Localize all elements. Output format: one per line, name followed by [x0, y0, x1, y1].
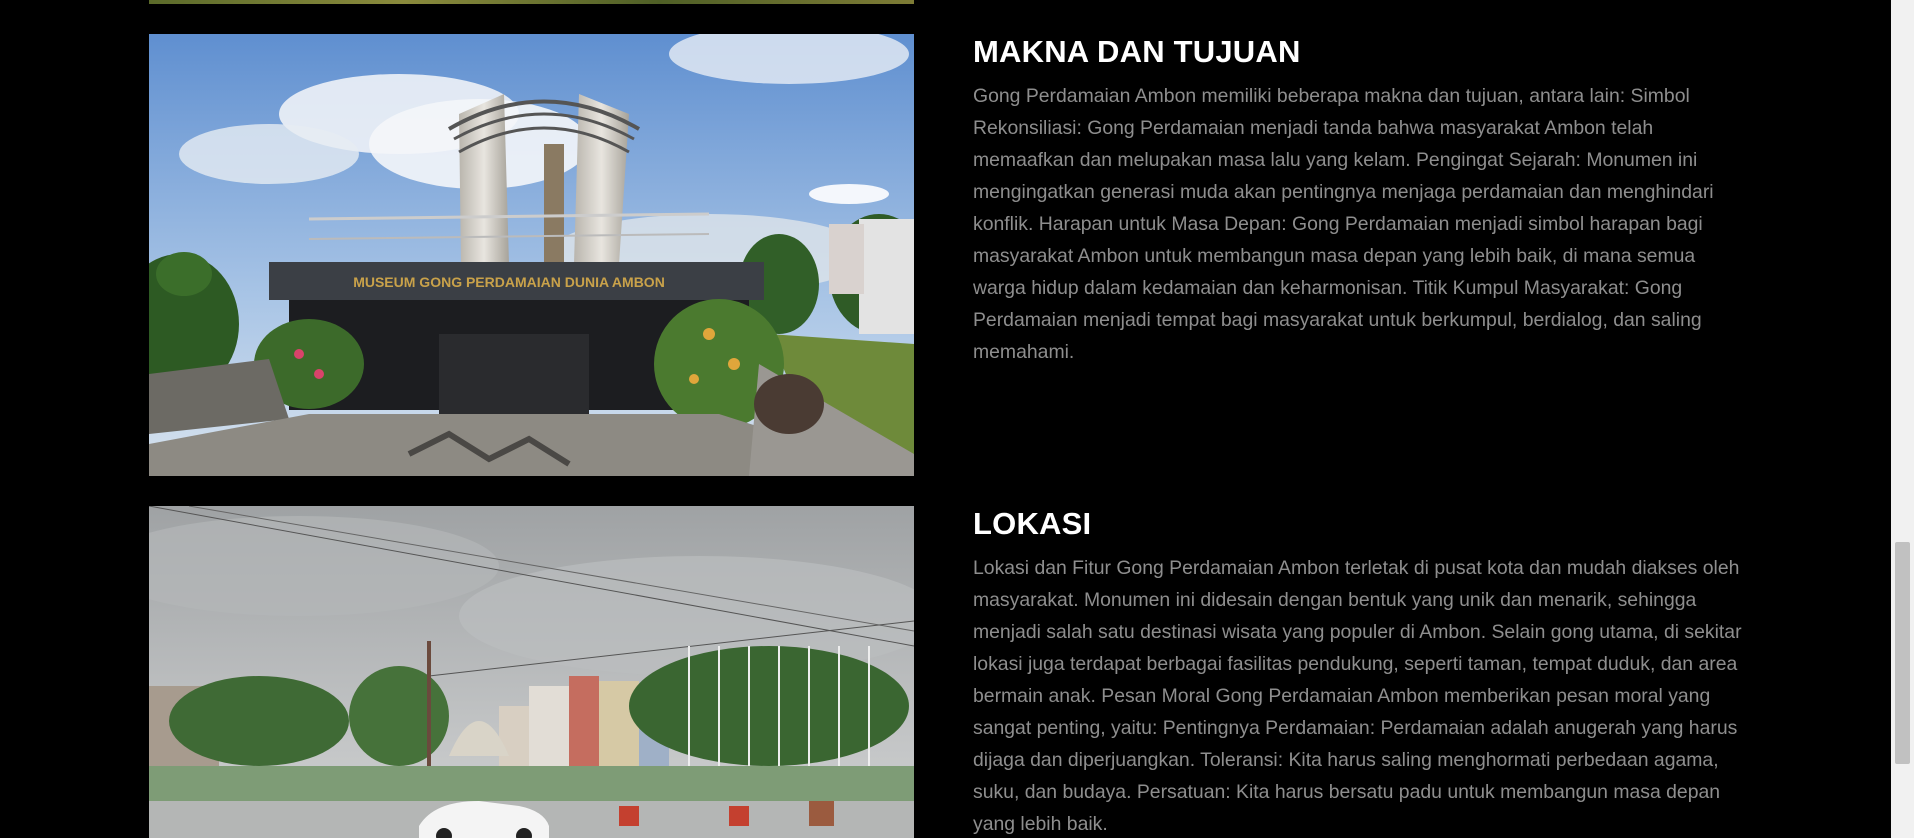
section-body-text: Gong Perdamaian Ambon memiliki beberapa … — [973, 85, 1714, 363]
section-heading: MAKNA DAN TUJUAN — [973, 34, 1301, 69]
section-heading: LOKASI — [973, 506, 1092, 541]
city-square-photo — [149, 506, 914, 838]
section-lokasi: LOKASI Lokasi dan Fitur Gong Perdamaian … — [149, 506, 1749, 838]
vertical-scrollbar[interactable] — [1891, 0, 1914, 838]
section-makna-dan-tujuan: MUSEUM GONG PERDAMAIAN DUNIA AMBON MAKNA… — [149, 34, 1749, 476]
monument-museum-photo: MUSEUM GONG PERDAMAIAN DUNIA AMBON — [149, 34, 914, 476]
museum-sign-text: MUSEUM GONG PERDAMAIAN DUNIA AMBON — [353, 274, 665, 290]
page: MUSEUM GONG PERDAMAIAN DUNIA AMBON MAKNA… — [0, 0, 1914, 838]
previous-section-image-edge — [149, 0, 914, 4]
scrollbar-thumb[interactable] — [1895, 542, 1910, 764]
section-content: LOKASI Lokasi dan Fitur Gong Perdamaian … — [973, 506, 1743, 838]
section-content: MAKNA DAN TUJUAN Gong Perdamaian Ambon m… — [973, 34, 1743, 368]
section-body-text: Lokasi dan Fitur Gong Perdamaian Ambon t… — [973, 557, 1742, 835]
